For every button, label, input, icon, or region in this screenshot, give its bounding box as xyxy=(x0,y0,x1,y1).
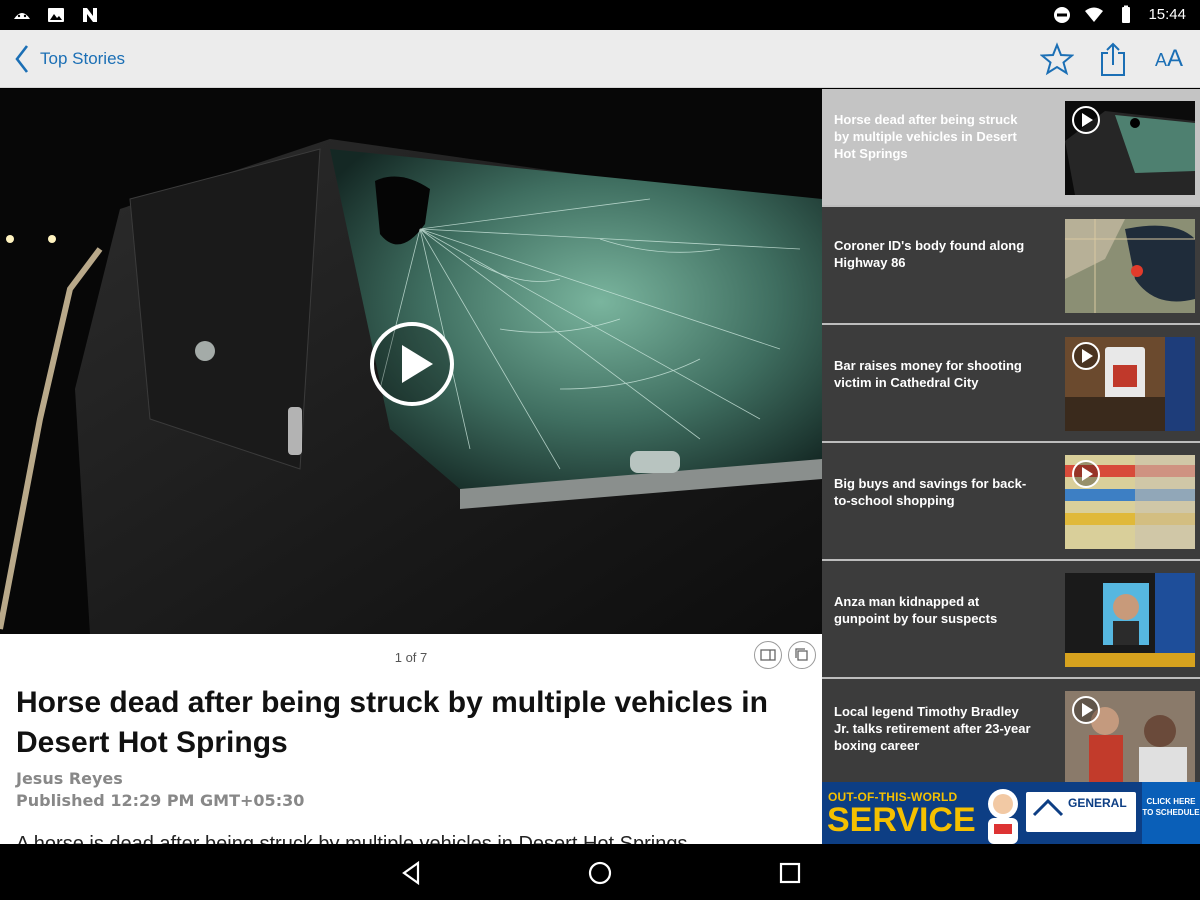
copy-button[interactable] xyxy=(788,641,816,669)
nav-home-icon[interactable] xyxy=(585,858,615,888)
hero-image[interactable] xyxy=(0,89,822,634)
share-icon xyxy=(1101,42,1125,76)
sidebar-story[interactable]: Coroner ID's body found along Highway 86 xyxy=(822,207,1200,325)
article: 1 of 7 Horse dead after being struck by … xyxy=(0,89,822,844)
back-label: Top Stories xyxy=(40,49,126,68)
ad-headline: SERVICE xyxy=(827,801,976,839)
image-icon xyxy=(48,8,64,22)
share-button[interactable] xyxy=(1096,40,1130,78)
text-size-icon: AA xyxy=(1155,45,1183,73)
back-button[interactable]: Top Stories xyxy=(14,42,144,76)
sidebar-story-title: Anza man kidnapped at gunpoint by four s… xyxy=(834,594,998,626)
ad-brand-name: GENERAL xyxy=(1068,796,1127,810)
sidebar-story[interactable]: Anza man kidnapped at gunpoint by four s… xyxy=(822,561,1200,679)
n-app-icon xyxy=(83,8,97,22)
system-nav-bar xyxy=(0,844,1200,900)
article-body: A horse is dead after being struck by mu… xyxy=(16,833,688,844)
sidebar-story[interactable]: Big buys and savings for back-to-school … xyxy=(822,443,1200,561)
nav-recents-icon[interactable] xyxy=(775,858,805,888)
status-bar: 15:44 xyxy=(0,0,1200,30)
sidebar-story[interactable]: Bar raises money for shooting victim in … xyxy=(822,325,1200,443)
house-logo-icon xyxy=(1032,798,1064,817)
story-thumbnail xyxy=(1065,691,1195,782)
sidebar-story-title: Coroner ID's body found along Highway 86 xyxy=(834,238,1025,270)
ad-banner[interactable]: OUT-OF-THIS-WORLD SERVICE GENERAL CLICK … xyxy=(822,782,1200,844)
sidebar-story-title: Bar raises money for shooting victim in … xyxy=(834,358,1022,390)
sidebar-story-title: Local legend Timothy Bradley Jr. talks r… xyxy=(834,704,1031,753)
chevron-left-icon xyxy=(15,45,29,73)
android-debug-icon xyxy=(14,13,30,19)
text-size-small: A xyxy=(1154,50,1167,70)
sidebar-story-title: Horse dead after being struck by multipl… xyxy=(834,112,1018,161)
wifi-icon xyxy=(1085,7,1104,22)
battery-icon xyxy=(1122,5,1131,23)
star-icon xyxy=(1040,42,1074,76)
nav-back-icon[interactable] xyxy=(396,858,426,888)
app-bar: Top Stories AA xyxy=(0,30,1200,88)
copy-icon xyxy=(795,648,808,661)
story-thumbnail xyxy=(1065,337,1195,431)
author-name[interactable]: Jesus Reyes xyxy=(16,768,123,790)
story-thumbnail xyxy=(1065,455,1195,549)
story-thumbnail xyxy=(1065,101,1195,195)
text-size-button[interactable]: AA xyxy=(1152,40,1186,78)
sidebar-story-title: Big buys and savings for back-to-school … xyxy=(834,476,1027,508)
story-thumbnail xyxy=(1065,573,1195,667)
play-icon xyxy=(1072,106,1100,134)
gallery-icon xyxy=(760,649,776,661)
play-icon xyxy=(1072,342,1100,370)
story-thumbnail xyxy=(1065,219,1195,313)
article-headline: Horse dead after being struck by multipl… xyxy=(16,686,768,759)
do-not-disturb-icon xyxy=(1054,7,1071,23)
play-icon xyxy=(1072,696,1100,724)
play-icon xyxy=(1072,460,1100,488)
ad-cta[interactable]: CLICK HERE TO SCHEDULE xyxy=(1142,782,1200,844)
related-stories-sidebar: Horse dead after being struck by multipl… xyxy=(822,89,1200,844)
play-video-icon[interactable] xyxy=(369,321,455,407)
sidebar-story[interactable]: Local legend Timothy Bradley Jr. talks r… xyxy=(822,679,1200,782)
gallery-view-button[interactable] xyxy=(754,641,782,669)
clock: 15:44 xyxy=(1148,6,1186,23)
favorite-button[interactable] xyxy=(1040,40,1074,78)
published-date: Published 12:29 PM GMT+05:30 xyxy=(16,791,305,810)
astronaut-mascot-icon xyxy=(988,789,1018,844)
text-size-large: A xyxy=(1167,45,1184,72)
sidebar-story[interactable]: Horse dead after being struck by multipl… xyxy=(822,89,1200,207)
gallery-pager: 1 of 7 xyxy=(394,650,428,665)
